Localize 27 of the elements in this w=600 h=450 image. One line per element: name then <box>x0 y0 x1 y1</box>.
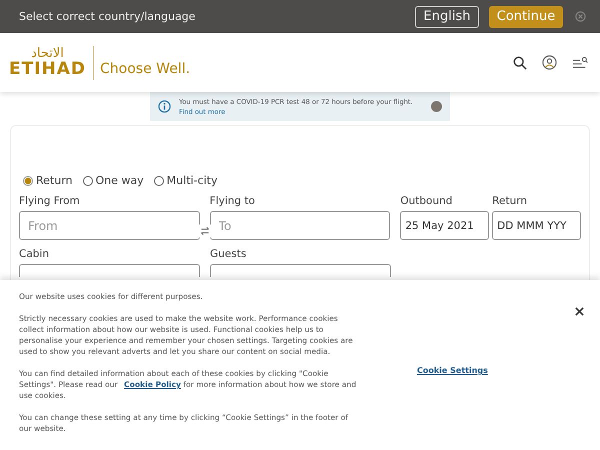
dropdown[interactable] <box>210 264 391 277</box>
trip-type-option[interactable]: Return <box>23 174 73 187</box>
trip-type-option[interactable]: One way <box>82 174 144 187</box>
logo-text: ETIHAD <box>9 60 86 78</box>
field-label: Return <box>492 195 528 207</box>
language-button[interactable]: English <box>415 6 479 28</box>
field-label: Cabin <box>19 248 50 260</box>
tagline: Choose Well. <box>100 60 192 76</box>
trip-type-option[interactable]: Multi-city <box>154 174 218 187</box>
notice-toggle[interactable] <box>431 101 442 112</box>
cookie-settings-link[interactable]: Cookie Settings <box>417 366 488 375</box>
logo-arabic: الاتحاد <box>31 47 64 60</box>
menu-icon[interactable] <box>572 56 588 70</box>
input-field[interactable]: From <box>19 211 200 240</box>
input-field[interactable]: To <box>210 211 390 240</box>
field-label: Outbound <box>400 195 454 207</box>
account-icon[interactable] <box>542 55 557 70</box>
field-label: Guests <box>210 248 248 260</box>
input-field[interactable]: 25 May 2021 <box>400 211 490 240</box>
country-prompt: Select correct country/language <box>19 10 196 23</box>
search-icon[interactable] <box>513 56 527 70</box>
field-label: Flying From <box>19 195 81 207</box>
info-icon <box>158 100 171 113</box>
field-label: Flying to <box>210 195 256 207</box>
close-icon[interactable] <box>575 307 584 316</box>
dropdown[interactable] <box>19 264 200 277</box>
input-field[interactable]: DD MMM YYY <box>492 211 581 240</box>
